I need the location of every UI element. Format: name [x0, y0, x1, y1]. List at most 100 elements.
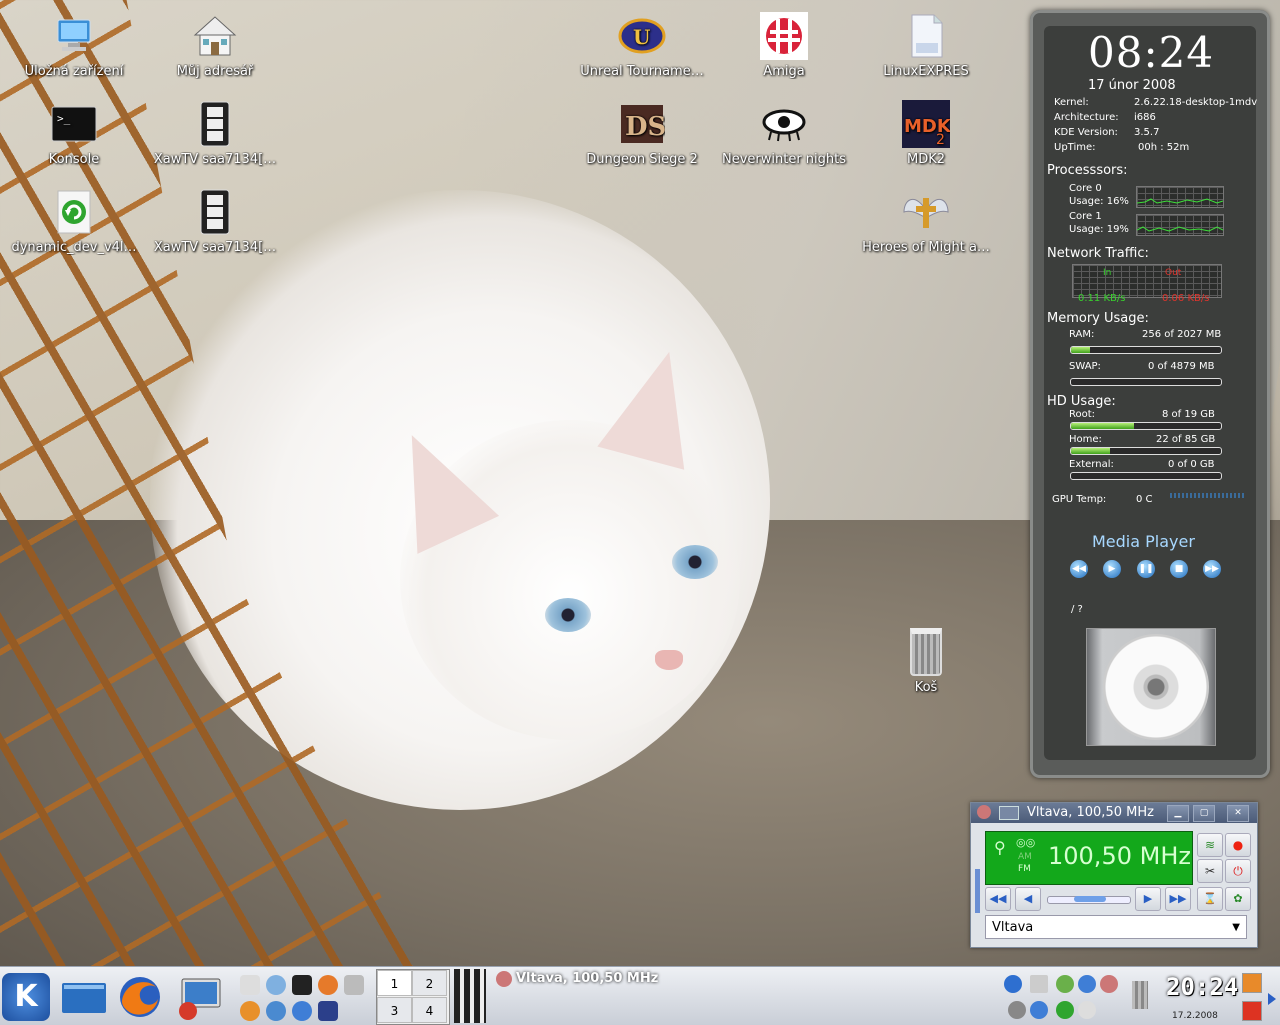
bluetooth-tray-icon[interactable] [1030, 1001, 1048, 1019]
pager-desktop-3[interactable]: 3 [377, 997, 412, 1023]
film-strip-icon [191, 188, 239, 236]
panel-hide-arrow-icon[interactable] [1268, 993, 1276, 1005]
network-tray-icon[interactable] [1004, 975, 1022, 993]
uptime-value: 00h : 52m [1138, 142, 1190, 153]
media-play-button[interactable]: ▶ [1103, 560, 1121, 578]
station-select[interactable]: Vltava ▼ [985, 915, 1247, 939]
swap-bar [1070, 378, 1222, 386]
kernel-value: 2.6.22.18-desktop-1mdv [1134, 97, 1258, 108]
core1-graph [1136, 214, 1224, 236]
lock-screen-button[interactable] [1242, 973, 1262, 993]
clipboard-tray-icon[interactable] [1030, 975, 1048, 993]
quicklaunch-7[interactable] [292, 1001, 312, 1021]
seek-forward-button[interactable]: ▶▶ [1165, 887, 1191, 911]
printer-tray-icon[interactable] [1008, 1001, 1026, 1019]
quicklaunch-8[interactable] [318, 1001, 338, 1021]
desktop-icon-dynamic-dev[interactable]: dynamic_dev_v4l… [3, 188, 145, 255]
konsole-quicklaunch[interactable] [292, 975, 312, 995]
home-quicklaunch[interactable] [240, 975, 260, 995]
pager-desktop-2[interactable]: 2 [412, 970, 447, 996]
root-value: 8 of 19 GB [1162, 409, 1215, 420]
trash-icon [902, 628, 950, 676]
update-tray-icon[interactable] [1056, 975, 1074, 993]
step-forward-button[interactable]: ▶ [1135, 887, 1161, 911]
desktop-icon-trash[interactable]: Koš [855, 628, 997, 695]
show-desktop-button[interactable] [60, 973, 108, 1021]
taskbar-task-radio[interactable]: Vltava, 100,50 MHz [516, 971, 658, 986]
radio-window-title: Vltava, 100,50 MHz [1027, 805, 1154, 820]
radio-tray-icon[interactable] [1100, 975, 1118, 993]
stereo-icon: ◎◎ [1016, 836, 1036, 849]
desktop-icon-neverwinter[interactable]: Neverwinter nights [713, 100, 855, 167]
desktop-icon-mdk2[interactable]: MDK 2 MDK2 [855, 100, 997, 167]
media-next-button[interactable]: ▶▶ [1203, 560, 1221, 578]
firefox-launcher[interactable] [116, 973, 164, 1021]
cat-nose [655, 650, 683, 670]
quicklaunch-6[interactable] [266, 1001, 286, 1021]
radio-window[interactable]: Vltava, 100,50 MHz ▁ ▢ ✕ ⚲ ◎◎ AM FM 100,… [970, 802, 1258, 948]
taskbar-date: 17.2.2008 [1172, 1011, 1218, 1021]
desktop-icon-label: Neverwinter nights [721, 152, 847, 167]
kde-menu-button[interactable]: K [2, 973, 50, 1021]
radio-titlebar[interactable]: Vltava, 100,50 MHz ▁ ▢ ✕ [971, 803, 1257, 823]
shutdown-icon: ⏻ [1233, 864, 1243, 878]
desktop-icon-amiga[interactable]: Amiga [713, 12, 855, 79]
external-value: 0 of 0 GB [1168, 459, 1215, 470]
check-tray-icon[interactable] [1056, 1001, 1074, 1019]
quit-button[interactable]: ⏻ [1225, 859, 1251, 883]
net-out-value: 0.06 KB/s [1162, 293, 1210, 304]
trash-applet-icon[interactable] [1132, 981, 1148, 1009]
arch-value: i686 [1134, 112, 1156, 123]
desktop-icon-xawtv-2[interactable]: XawTV saa7134[… [144, 188, 286, 255]
window-menu-icon[interactable] [999, 806, 1019, 820]
record-button[interactable]: ● [1225, 833, 1251, 857]
configure-button[interactable]: ✂ [1197, 859, 1223, 883]
radio-app-icon[interactable] [977, 805, 991, 819]
step-back-button[interactable]: ◀ [1015, 887, 1041, 911]
radio-power-button[interactable]: ≋ [1197, 833, 1223, 857]
film-strip-icon [191, 100, 239, 148]
plugins-button[interactable]: ✿ [1225, 887, 1251, 911]
svg-text:U: U [633, 25, 650, 49]
tuning-slider[interactable] [1047, 896, 1131, 904]
logout-button[interactable] [1242, 1001, 1262, 1021]
seek-back-button[interactable]: ◀◀ [985, 887, 1011, 911]
svg-text:DS: DS [625, 112, 665, 142]
close-button[interactable]: ✕ [1227, 805, 1249, 822]
rewind-icon: ◀◀ [1072, 564, 1086, 574]
desktop-icon-unreal[interactable]: U Unreal Tourname… [571, 12, 713, 79]
media-stop-button[interactable]: ■ [1170, 560, 1188, 578]
gpu-value: 0 C [1136, 494, 1153, 505]
desktop-icon-label: Unreal Tourname… [580, 64, 704, 79]
desktop-icon-xawtv-1[interactable]: XawTV saa7134[… [144, 100, 286, 167]
sleep-button[interactable]: ⌛ [1197, 887, 1223, 911]
heroes-emblem-icon [902, 188, 950, 236]
konqueror-quicklaunch[interactable] [266, 975, 286, 995]
control-center-quicklaunch[interactable] [344, 975, 364, 995]
minimize-button[interactable]: ▁ [1167, 805, 1189, 822]
messenger-tray-icon[interactable] [1078, 975, 1096, 993]
taskbar-clock[interactable]: 20:24 [1166, 973, 1238, 1001]
quicklaunch-5[interactable] [240, 1001, 260, 1021]
k3b-quicklaunch[interactable] [318, 975, 338, 995]
storage-devices-icon [50, 12, 98, 60]
memory-title: Memory Usage: [1047, 311, 1149, 326]
desktop-icon-home[interactable]: Můj adresář [144, 12, 286, 79]
desktop-icon-storage[interactable]: Úložná zařízení [3, 12, 145, 79]
gpu-graph [1170, 493, 1244, 498]
desktop-icon-heroes[interactable]: Heroes of Might a… [855, 188, 997, 255]
media-previous-button[interactable]: ◀◀ [1070, 560, 1088, 578]
storage-tray-icon[interactable] [1078, 1001, 1096, 1019]
desktop-icon-dungeon-siege[interactable]: DS Dungeon Siege 2 [571, 100, 713, 167]
desktop-icon-konsole[interactable]: >_ Konsole [3, 100, 145, 167]
show-windows-button[interactable] [454, 969, 486, 1023]
remote-desktop-launcher[interactable] [176, 973, 224, 1021]
pager-desktop-1[interactable]: 1 [377, 970, 412, 996]
desktop-icon-linuxexpres[interactable]: LinuxEXPRES [855, 12, 997, 79]
media-pause-button[interactable]: ❚❚ [1137, 560, 1155, 578]
pager-desktop-4[interactable]: 4 [412, 997, 447, 1023]
maximize-button[interactable]: ▢ [1193, 805, 1215, 822]
antenna-icon: ⚲ [994, 838, 1006, 857]
step-forward-icon: ▶ [1143, 892, 1153, 905]
tuning-slider-handle[interactable] [1074, 896, 1106, 902]
